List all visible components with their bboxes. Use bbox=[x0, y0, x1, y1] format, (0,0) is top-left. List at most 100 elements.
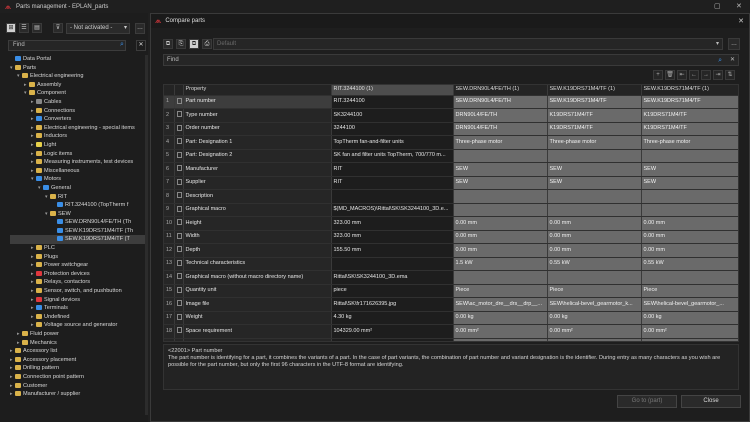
property-icon-cell[interactable] bbox=[174, 338, 184, 341]
tree-item[interactable]: ▾ Component bbox=[10, 89, 148, 98]
value-cell[interactable] bbox=[547, 203, 642, 218]
value-cell[interactable]: K19DRS71M4/TF bbox=[547, 108, 642, 123]
row-number[interactable]: 15 bbox=[164, 284, 175, 299]
tree-item[interactable]: Data Portal bbox=[10, 55, 148, 64]
table-row[interactable]: 2 Type number SK3244100 DRN90L4/FE/TH K19DRS… bbox=[164, 108, 738, 123]
tree-item[interactable]: ▸ Accessory list bbox=[10, 347, 148, 356]
property-icon-cell[interactable] bbox=[174, 149, 184, 164]
tree-item[interactable]: ▸ Electrical engineering - special items bbox=[10, 124, 148, 133]
value-cell[interactable]: 0.00 mm bbox=[641, 243, 738, 258]
filter-icon[interactable]: ⊽ bbox=[53, 23, 63, 33]
tree-item[interactable]: ▸ Inductors bbox=[10, 132, 148, 141]
paste-icon[interactable]: ⎘ bbox=[176, 39, 186, 49]
property-icon-cell[interactable] bbox=[174, 176, 184, 191]
row-number[interactable]: 1 bbox=[164, 95, 175, 110]
dialog-find-input[interactable]: Find ⌕ ✕ bbox=[163, 54, 739, 66]
property-cell[interactable]: Graphical macro bbox=[183, 203, 332, 218]
tree-item[interactable]: ▾ RIT bbox=[10, 193, 148, 202]
property-icon-cell[interactable] bbox=[174, 95, 184, 110]
property-icon-cell[interactable] bbox=[174, 122, 184, 137]
column-header[interactable]: RIT.3244100 (1) bbox=[331, 85, 454, 96]
goto-part-button[interactable]: Go to (part) bbox=[617, 395, 677, 408]
next-icon[interactable]: → bbox=[701, 70, 711, 80]
row-number[interactable]: 14 bbox=[164, 270, 175, 285]
dialog-close-icon[interactable]: ✕ bbox=[738, 17, 744, 25]
property-icon-cell[interactable] bbox=[174, 324, 184, 339]
value-cell[interactable]: Rittal\SK\SK3244100_3D.ema bbox=[331, 270, 454, 285]
row-number[interactable]: 19 bbox=[164, 338, 175, 341]
tree-item[interactable]: ▾ SEW bbox=[10, 210, 148, 219]
value-cell[interactable]: 3244100 bbox=[331, 122, 454, 137]
value-cell[interactable]: RIT bbox=[331, 162, 454, 177]
table-row[interactable]: 9 Graphical macro $(MD_MACROS)\Rittal\SK\S… bbox=[164, 203, 738, 218]
value-cell[interactable]: SEW\ac_motor_dre__drs__drp__... bbox=[453, 297, 548, 312]
property-cell[interactable]: Depth bbox=[183, 243, 332, 258]
value-cell[interactable]: Piece bbox=[453, 284, 548, 299]
property-cell[interactable]: Part: Designation 2 bbox=[183, 149, 332, 164]
property-icon-cell[interactable] bbox=[174, 257, 184, 272]
tree-view-icon[interactable]: ⊞ bbox=[6, 23, 16, 33]
tree-find-input[interactable]: Find bbox=[8, 40, 126, 51]
property-icon-cell[interactable] bbox=[174, 162, 184, 177]
property-cell[interactable]: Supplier bbox=[183, 176, 332, 191]
property-icon-cell[interactable] bbox=[174, 270, 184, 285]
value-cell[interactable] bbox=[641, 338, 738, 341]
value-cell[interactable]: 323.00 mm bbox=[331, 216, 454, 231]
value-cell[interactable]: 0.00 mm bbox=[453, 216, 548, 231]
value-cell[interactable] bbox=[453, 338, 548, 341]
scheme-dropdown[interactable]: Default ▾ bbox=[213, 38, 723, 50]
property-cell[interactable]: Weight bbox=[183, 311, 332, 326]
row-number[interactable]: 9 bbox=[164, 203, 175, 218]
table-row[interactable]: 1 Part number RIT.3244100 SEW.DRN90L4/FE/TH… bbox=[164, 95, 738, 110]
value-cell[interactable]: SEW bbox=[641, 162, 738, 177]
value-cell[interactable]: SEW.DRN90L4/FE/TH bbox=[453, 95, 548, 110]
tree-item[interactable]: ▸ Logic items bbox=[10, 150, 148, 159]
value-cell[interactable]: 0.00 mm² bbox=[641, 324, 738, 339]
column-header[interactable]: Property bbox=[183, 85, 332, 96]
table-row[interactable]: 7 Supplier RIT SEW SEW SEW bbox=[164, 176, 738, 191]
value-cell[interactable] bbox=[547, 189, 642, 204]
search-icon[interactable]: ⌕ bbox=[120, 41, 124, 49]
row-number[interactable]: 10 bbox=[164, 216, 175, 231]
value-cell[interactable]: SEW bbox=[547, 162, 642, 177]
property-icon-cell[interactable] bbox=[174, 230, 184, 245]
tree-item[interactable]: SEW.K19DRS71M4/TF (Th bbox=[10, 227, 148, 236]
table-row[interactable]: 13 Technical characteristics 1.5 kW 0.55 kW… bbox=[164, 257, 738, 272]
property-icon-cell[interactable] bbox=[174, 203, 184, 218]
value-cell[interactable]: 0.00 mm bbox=[641, 216, 738, 231]
value-cell[interactable]: 155.50 mm bbox=[331, 243, 454, 258]
tree-item[interactable]: ▸ Terminals bbox=[10, 304, 148, 313]
tree-item[interactable]: ▸ Assembly bbox=[10, 81, 148, 90]
tree-item[interactable]: ▸ Light bbox=[10, 141, 148, 150]
value-cell[interactable]: 0.00 mm bbox=[641, 230, 738, 245]
row-number[interactable]: 17 bbox=[164, 311, 175, 326]
scheme-more-button[interactable]: … bbox=[728, 38, 740, 50]
property-cell[interactable]: Height bbox=[183, 216, 332, 231]
value-cell[interactable]: DRN90L4/FE/TH bbox=[453, 122, 548, 137]
tree-item[interactable]: ▸ Protection devices bbox=[10, 270, 148, 279]
value-cell[interactable]: 4.30 kg bbox=[331, 311, 454, 326]
search-icon[interactable]: ⌕ bbox=[718, 56, 722, 66]
value-cell[interactable] bbox=[331, 189, 454, 204]
property-icon-cell[interactable] bbox=[174, 243, 184, 258]
delete-icon[interactable]: 🗑 bbox=[665, 70, 675, 80]
property-cell[interactable]: Quantity unit bbox=[183, 284, 332, 299]
value-cell[interactable]: SK fan and filter units TopTherm, 700/77… bbox=[331, 149, 454, 164]
find-clear-icon[interactable]: ✕ bbox=[730, 55, 735, 65]
row-number[interactable]: 13 bbox=[164, 257, 175, 272]
value-cell[interactable]: SEW.K19DRS71M4/TF bbox=[547, 95, 642, 110]
find-clear-button[interactable]: ✕ bbox=[136, 40, 146, 51]
table-row[interactable]: 17 Weight 4.30 kg 0.00 kg 0.00 kg 0.00 kg bbox=[164, 311, 738, 326]
tree-item[interactable]: SEW.DRN90L4/FE/TH (Th bbox=[10, 218, 148, 227]
column-header[interactable]: SEW.K19DRS71M4/TF (1) bbox=[641, 85, 738, 96]
close-button[interactable]: Close bbox=[681, 395, 741, 408]
value-cell[interactable]: 0.00 mm² bbox=[547, 324, 642, 339]
column-header[interactable]: SEW.K19DRS71M4/TF (1) bbox=[547, 85, 642, 96]
value-cell[interactable] bbox=[641, 189, 738, 204]
value-cell[interactable]: SEW\helical-bevel_gearmotor_... bbox=[641, 297, 738, 312]
tree-item[interactable]: ▸ Voltage source and generator bbox=[10, 321, 148, 330]
value-cell[interactable]: Three-phase motor bbox=[641, 135, 738, 150]
value-cell[interactable]: RIT bbox=[331, 176, 454, 191]
tree-item[interactable]: ▾ General bbox=[10, 184, 148, 193]
table-row[interactable]: 11 Width 323.00 mm 0.00 mm 0.00 mm 0.00 mm bbox=[164, 230, 738, 245]
